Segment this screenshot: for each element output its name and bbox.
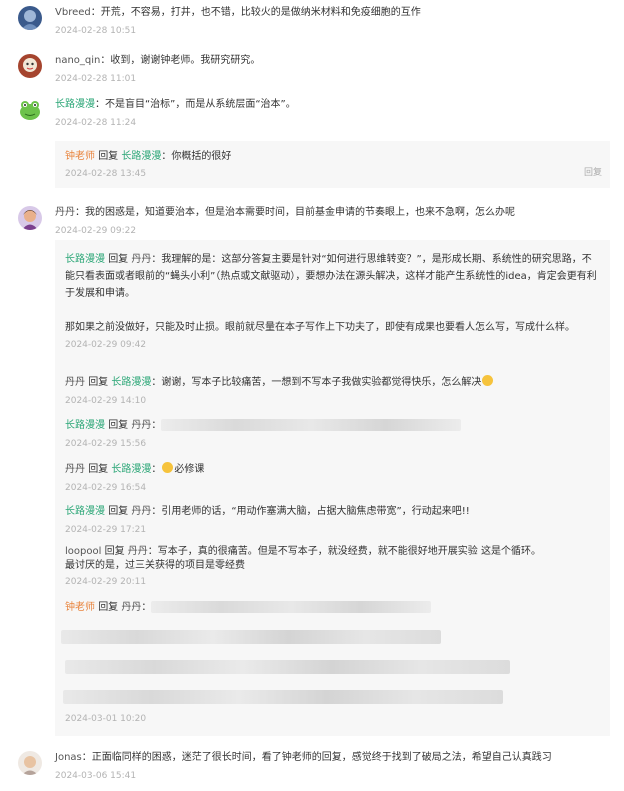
comment-author[interactable]: 长路漫漫: [55, 99, 95, 110]
reply-target[interactable]: 丹丹: [131, 506, 151, 517]
reply-verb: 回复: [108, 254, 129, 265]
reply-target[interactable]: 丹丹: [131, 420, 151, 431]
reply-timestamp: 2024-02-29 14:10: [65, 396, 147, 406]
reply-item: loopool 回复 丹丹：写本子，真的很痛苦。但是不写本子，就没经费，就不能很…: [65, 545, 600, 589]
reply-text: ：你概括的很好: [161, 151, 232, 162]
reply-target[interactable]: 丹丹: [121, 602, 141, 613]
blurred-text: [63, 690, 503, 704]
reply-list: 钟老师 回复 长路漫漫：你概括的很好 2024-02-28 13:45 回复: [55, 141, 610, 188]
reply-item: 丹丹 回复 长路漫漫： 必修课 2024-02-29 16:54: [65, 462, 600, 495]
reply-list: 长路漫漫 回复 丹丹：我理解的是：这部分答复主要是针对“如何进行思维转变？”，是…: [55, 240, 610, 736]
reply-text: ：引用老师的话，“用动作塞满大脑，占据大脑焦虑带宽”，行动起来吧!!: [151, 506, 470, 517]
blurred-text: [161, 419, 462, 431]
reply-item: 长路漫漫 回复 丹丹： 2024-02-29 15:56: [65, 419, 600, 451]
reply-target[interactable]: 长路漫漫: [111, 377, 151, 388]
reply-timestamp: 2024-02-29 20:11: [65, 577, 147, 587]
reply-text: ：: [151, 420, 162, 431]
reply-timestamp: 2024-02-29 17:21: [65, 525, 147, 535]
reply-item: 长路漫漫 回复 丹丹：我理解的是：这部分答复主要是针对“如何进行思维转变？”，是…: [65, 251, 600, 352]
comment-author[interactable]: nano_qin: [55, 55, 100, 66]
reply-author[interactable]: 长路漫漫: [65, 506, 105, 517]
comment-author[interactable]: Vbreed: [55, 7, 91, 18]
comment-text: ：不是盲目“治标”，而是从系统层面“治本”。: [95, 99, 296, 110]
comment-thread: Vbreed：开荒，不容易，打井，也不错，比较火的是做纳米材料和免疫细胞的互作 …: [0, 0, 624, 791]
reply-button[interactable]: 回复: [584, 165, 602, 178]
comment-text: ：我的困惑是，知道要治本，但是治本需要时间，目前基金申请的节奏眼上，也来不急啊，…: [75, 207, 515, 218]
reply-item: 钟老师 回复 丹丹：: [65, 601, 600, 615]
crying-laughing-emoji-icon: [162, 462, 174, 473]
reply-author[interactable]: 钟老师: [65, 151, 95, 162]
reply-item: 丹丹 回复 长路漫漫：谢谢，写本子比较痛苦，一想到不写本子我做实验都觉得快乐，怎…: [65, 375, 600, 408]
reply-text-continued: 最讨厌的是，过三关获得的项目是零经费: [65, 560, 245, 571]
reply-author[interactable]: 丹丹: [65, 377, 85, 388]
reply-author[interactable]: loopool: [65, 546, 101, 557]
blurred-text: [65, 660, 510, 674]
reply-text-continued: 那如果之前没做好，只能及时止损。眼前就尽量在本子写作上下功夫了，即使有成果也要看…: [65, 322, 575, 333]
reply-author[interactable]: 钟老师: [65, 602, 95, 613]
avatar[interactable]: [18, 751, 42, 775]
reply-verb: 回复: [104, 546, 125, 557]
avatar[interactable]: [18, 206, 42, 230]
reply-timestamp: 2024-02-29 15:56: [65, 439, 147, 449]
avatar[interactable]: [18, 6, 42, 30]
reply-verb: 回复: [98, 602, 119, 613]
reply-verb: 回复: [108, 506, 129, 517]
reply-verb: 回复: [88, 464, 109, 475]
comment-timestamp: 2024-02-29 09:22: [55, 226, 137, 236]
reply-item: 钟老师 回复 长路漫漫：你概括的很好 2024-02-28 13:45: [65, 150, 600, 181]
blurred-text: [61, 630, 441, 644]
comment-timestamp: 2024-03-06 15:41: [55, 771, 137, 781]
reply-target[interactable]: 丹丹: [128, 546, 148, 557]
comment-timestamp: 2024-02-28 11:24: [55, 118, 137, 128]
reply-item: 长路漫漫 回复 丹丹：引用老师的话，“用动作塞满大脑，占据大脑焦虑带宽”，行动起…: [65, 505, 600, 537]
reply-target[interactable]: 长路漫漫: [111, 464, 151, 475]
reply-author[interactable]: 长路漫漫: [65, 420, 105, 431]
reply-timestamp: 2024-02-28 13:45: [65, 169, 147, 179]
avatar[interactable]: [18, 98, 42, 122]
comment-text: ：开荒，不容易，打井，也不错，比较火的是做纳米材料和免疫细胞的互作: [90, 7, 421, 18]
comment-timestamp: 2024-02-28 11:01: [55, 74, 137, 84]
reply-text: 必修课: [174, 464, 205, 475]
reply-verb: 回复: [98, 151, 119, 162]
laughing-emoji-icon: [482, 375, 494, 386]
reply-timestamp: 2024-03-01 10:20: [65, 714, 147, 724]
reply-text: ：写本子，真的很痛苦。但是不写本子，就没经费，就不能很好地开展实验 这是个循环。: [147, 546, 541, 557]
reply-verb: 回复: [88, 377, 109, 388]
comment-text: ：收到，谢谢钟老师。我研究研究。: [100, 55, 261, 66]
reply-text: ：谢谢，写本子比较痛苦，一想到不写本子我做实验都觉得快乐，怎么解决: [151, 377, 482, 388]
reply-author[interactable]: 丹丹: [65, 464, 85, 475]
reply-verb: 回复: [108, 420, 129, 431]
comment-author[interactable]: Jonas: [55, 752, 82, 763]
avatar[interactable]: [18, 54, 42, 78]
reply-target[interactable]: 丹丹: [131, 254, 151, 265]
reply-timestamp: 2024-02-29 09:42: [65, 340, 147, 350]
blurred-text: [151, 601, 432, 613]
comment-timestamp: 2024-02-28 10:51: [55, 26, 137, 36]
reply-author[interactable]: 长路漫漫: [65, 254, 105, 265]
comment-text: ：正面临同样的困惑，迷茫了很长时间，看了钟老师的回复，感觉终于找到了破局之法，希…: [81, 752, 552, 763]
comment-author[interactable]: 丹丹: [55, 207, 75, 218]
reply-target[interactable]: 长路漫漫: [121, 151, 161, 162]
reply-text: ：: [141, 602, 152, 613]
reply-timestamp: 2024-02-29 16:54: [65, 483, 147, 493]
